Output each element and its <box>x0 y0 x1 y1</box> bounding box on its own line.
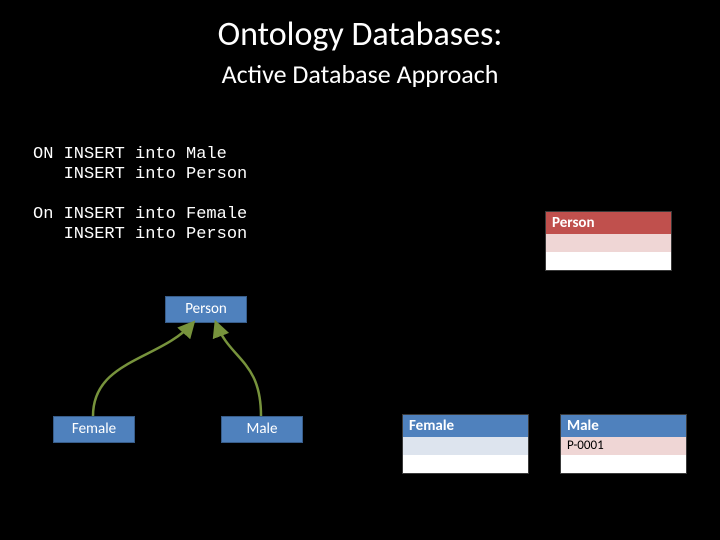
table-row <box>546 234 671 252</box>
edge-male-to-person <box>216 323 261 416</box>
table-person: Person <box>545 211 672 271</box>
ontology-node-male: Male <box>221 416 303 443</box>
ontology-node-female: Female <box>53 416 135 443</box>
trigger-code-female: On INSERT into Female INSERT into Person <box>33 205 247 245</box>
slide-subtitle: Active Database Approach <box>0 58 720 90</box>
trigger-code-male: ON INSERT into Male INSERT into Person <box>33 145 247 185</box>
table-person-header: Person <box>546 212 671 234</box>
table-row: P-0001 <box>561 437 686 455</box>
slide-title: Ontology Databases: <box>0 14 720 55</box>
table-male-header: Male <box>561 415 686 437</box>
ontology-node-person: Person <box>165 296 247 323</box>
table-row <box>403 437 528 455</box>
table-male: Male P-0001 <box>560 414 687 474</box>
edge-female-to-person <box>93 323 193 416</box>
table-female: Female <box>402 414 529 474</box>
table-row <box>546 252 671 270</box>
slide: Ontology Databases: Active Database Appr… <box>0 0 720 540</box>
table-female-header: Female <box>403 415 528 437</box>
table-row <box>561 455 686 473</box>
table-row <box>403 455 528 473</box>
